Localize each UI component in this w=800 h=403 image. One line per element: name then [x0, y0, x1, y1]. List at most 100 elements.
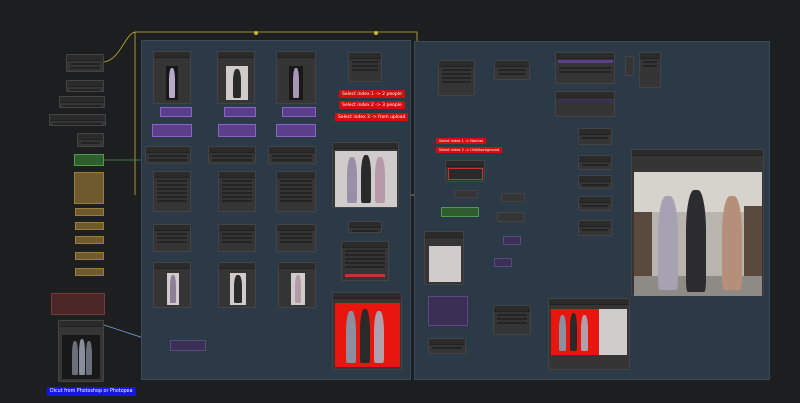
note-small-2: Select index 2 -> Unit/background	[436, 147, 503, 153]
clip-node[interactable]	[555, 52, 615, 84]
background-image	[429, 246, 461, 282]
vae-decode-node[interactable]	[153, 224, 191, 252]
model-node[interactable]	[438, 60, 475, 96]
preview-node[interactable]	[153, 51, 191, 104]
mask-node[interactable]	[494, 258, 512, 267]
preview-image	[166, 66, 178, 100]
removed-bg-preview-node[interactable]	[332, 292, 402, 370]
config-node[interactable]	[49, 114, 106, 126]
character-figure-icon	[658, 196, 678, 290]
character-figure-icon	[346, 311, 356, 363]
load-image-node[interactable]	[58, 320, 104, 382]
clip-node[interactable]	[555, 91, 615, 117]
prompt-node[interactable]	[75, 222, 104, 230]
ksampler-node[interactable]	[276, 171, 316, 212]
ksampler-node[interactable]	[153, 171, 191, 212]
ipadapter-node[interactable]	[160, 107, 192, 117]
blend-node[interactable]	[428, 296, 468, 326]
preview-node[interactable]	[276, 51, 316, 104]
ipadapter-node[interactable]	[152, 124, 192, 137]
background-image	[599, 309, 627, 355]
cond-node[interactable]	[497, 212, 525, 222]
mask-node[interactable]	[503, 236, 521, 245]
cond-node[interactable]	[578, 128, 612, 145]
background-preview-node[interactable]	[424, 231, 464, 285]
character-figure-icon	[570, 313, 577, 351]
character-figure-icon	[233, 69, 241, 98]
combined-image	[335, 151, 397, 207]
upload-note: Dicut from Photoshop or Photopea	[47, 387, 136, 396]
settings-node[interactable]	[51, 293, 105, 315]
output-image	[167, 273, 179, 305]
ksampler-node[interactable]	[218, 171, 256, 212]
ipadapter-node[interactable]	[218, 124, 256, 137]
vae-decode-node[interactable]	[276, 224, 316, 252]
prompt-node[interactable]	[75, 236, 104, 244]
sampler-node[interactable]	[268, 146, 316, 164]
cond-node[interactable]	[494, 60, 530, 80]
character-figure-icon	[375, 157, 385, 203]
switch-highlight	[448, 168, 483, 180]
sampler-node[interactable]	[145, 146, 191, 164]
cond-node[interactable]	[578, 196, 612, 211]
prompt-node[interactable]	[75, 208, 104, 216]
character-figure-icon	[686, 190, 706, 292]
note-small-1: Select index 1 -> Normal	[436, 138, 486, 144]
latent-node[interactable]	[639, 52, 661, 88]
character-figure-icon	[72, 341, 78, 375]
output-preview-node[interactable]	[218, 262, 256, 308]
mask-preview-node[interactable]	[548, 298, 630, 370]
loader-node[interactable]	[66, 54, 104, 72]
resize-node[interactable]	[348, 221, 382, 233]
note-select-1: Select index 1 -> 2 people	[339, 90, 405, 98]
composite-node[interactable]	[428, 338, 466, 354]
reroute-node[interactable]	[454, 190, 478, 198]
controlnet-loader-node[interactable]	[441, 207, 479, 217]
ipadapter-node[interactable]	[224, 107, 256, 117]
prompt-node[interactable]	[75, 252, 104, 260]
ipadapter-node[interactable]	[276, 124, 316, 137]
mask-node[interactable]	[170, 340, 206, 351]
config-node[interactable]	[77, 133, 104, 147]
output-preview-node[interactable]	[153, 262, 191, 308]
prompt-node[interactable]	[75, 268, 104, 276]
character-figure-icon	[169, 68, 175, 98]
clip-highlight	[558, 99, 613, 102]
cond-node[interactable]	[578, 220, 612, 236]
cond-node[interactable]	[501, 193, 525, 202]
character-figure-icon	[234, 275, 242, 303]
character-figure-icon	[295, 275, 301, 303]
output-image	[291, 273, 305, 305]
remove-bg-node[interactable]	[341, 241, 389, 281]
clip-highlight	[558, 60, 613, 63]
character-figure-icon	[360, 309, 370, 363]
note-select-3: Select index 3 -> from upload	[335, 113, 409, 121]
character-figure-icon	[581, 315, 588, 351]
prompt-node[interactable]	[74, 172, 104, 204]
note-select-2: Select index 2 -> 3 people	[339, 101, 405, 109]
final-output-node[interactable]	[631, 149, 764, 296]
sampler-node[interactable]	[208, 146, 256, 164]
character-figure-icon	[361, 155, 371, 203]
character-figure-icon	[559, 315, 566, 351]
output-preview-node[interactable]	[278, 262, 316, 308]
building-right	[744, 206, 762, 282]
preview-node[interactable]	[217, 51, 255, 104]
reroute-node[interactable]	[625, 56, 634, 76]
vae-decode-node[interactable]	[218, 224, 256, 252]
combined-preview-node[interactable]	[332, 142, 399, 208]
character-figure-icon	[722, 196, 742, 290]
lora-loader-node[interactable]	[74, 154, 104, 166]
cond-node[interactable]	[578, 175, 612, 189]
upload-preview	[62, 335, 100, 379]
ipadapter-node[interactable]	[282, 107, 316, 117]
switch-node[interactable]	[348, 52, 382, 82]
cond-node[interactable]	[578, 155, 612, 170]
config-node[interactable]	[59, 96, 105, 108]
sampler-node[interactable]	[493, 305, 531, 335]
config-node[interactable]	[66, 80, 104, 92]
progress-bar	[345, 274, 385, 277]
switch-node[interactable]	[445, 160, 485, 182]
character-figure-icon	[374, 311, 384, 363]
character-figure-icon	[293, 68, 299, 98]
